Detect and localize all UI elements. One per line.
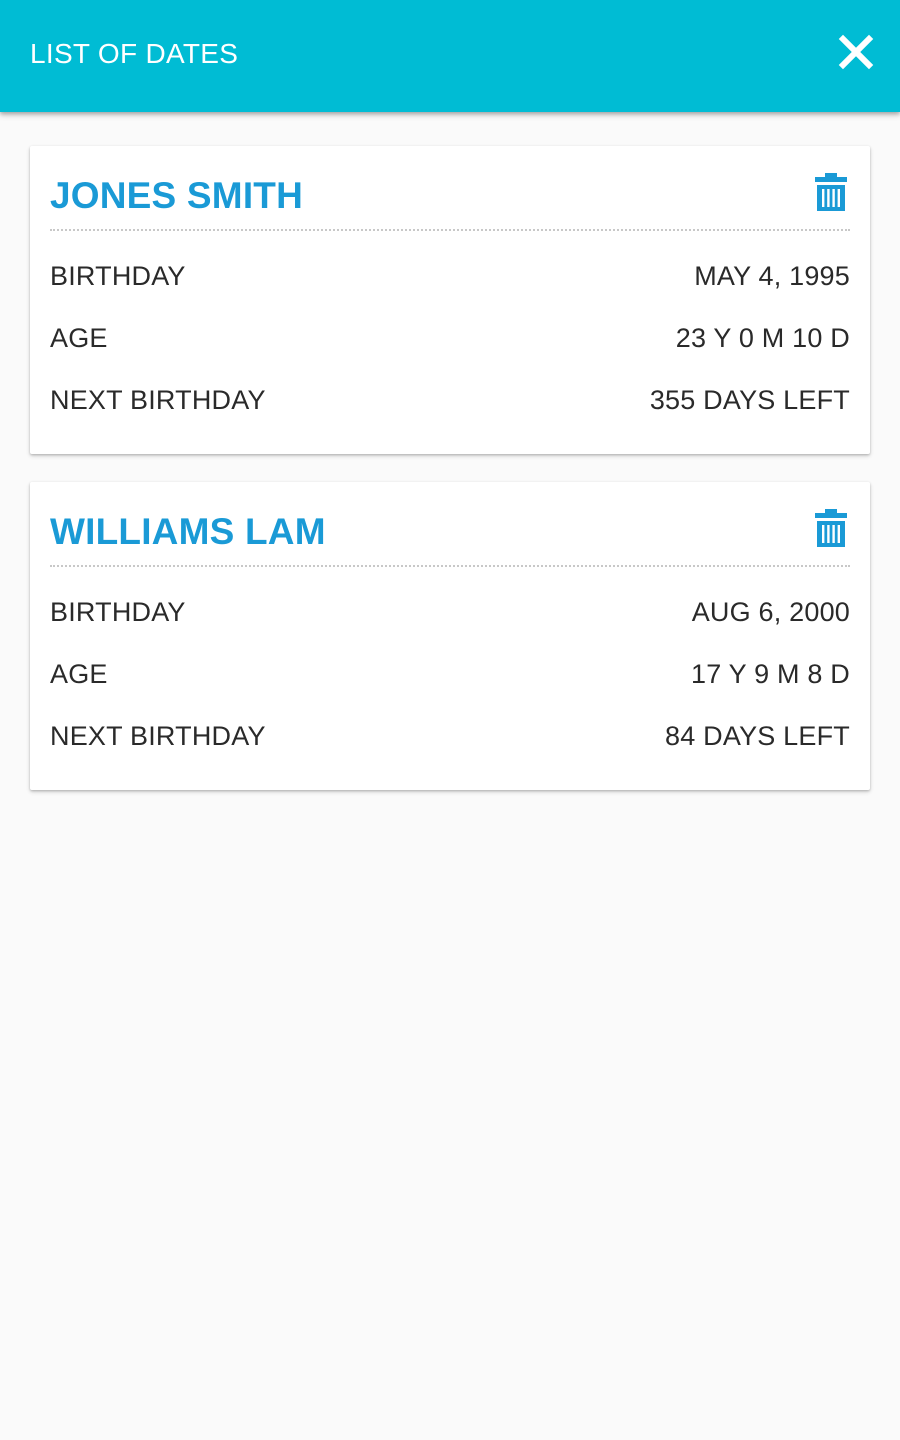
next-birthday-row: NEXT BIRTHDAY 355 DAYS LEFT [50,382,850,418]
age-row: AGE 23 Y 0 M 10 D [50,320,850,356]
row-label: AGE [50,323,108,353]
divider [50,565,850,567]
next-birthday-row: NEXT BIRTHDAY 84 DAYS LEFT [50,718,850,754]
app-bar: LIST OF DATES [0,0,900,112]
row-label: NEXT BIRTHDAY [50,721,266,751]
trash-icon [815,509,847,547]
row-label: NEXT BIRTHDAY [50,385,266,415]
row-value: 355 DAYS LEFT [649,385,850,415]
row-value: AUG 6, 2000 [691,597,850,627]
row-value: 17 Y 9 M 8 D [691,659,850,689]
delete-button[interactable] [814,172,848,212]
trash-icon [815,173,847,211]
dates-list: JONES SMITH BIRTHDAY MAY 4, 1995 AGE 23 … [0,112,900,1440]
age-row: AGE 17 Y 9 M 8 D [50,656,850,692]
card-name: WILLIAMS LAM [50,511,326,552]
close-button[interactable] [838,34,874,70]
date-card: WILLIAMS LAM BIRTHDAY AUG 6, 2000 AGE 17… [30,482,870,790]
page-title: LIST OF DATES [30,38,239,69]
divider [50,229,850,231]
close-icon [838,34,874,70]
row-label: AGE [50,659,108,689]
row-value: 23 Y 0 M 10 D [675,323,850,353]
birthday-row: BIRTHDAY MAY 4, 1995 [50,258,850,294]
card-name: JONES SMITH [50,175,304,216]
birthday-row: BIRTHDAY AUG 6, 2000 [50,594,850,630]
row-label: BIRTHDAY [50,597,186,627]
row-label: BIRTHDAY [50,261,186,291]
date-card: JONES SMITH BIRTHDAY MAY 4, 1995 AGE 23 … [30,146,870,454]
delete-button[interactable] [814,508,848,548]
row-value: 84 DAYS LEFT [665,721,850,751]
row-value: MAY 4, 1995 [694,261,850,291]
